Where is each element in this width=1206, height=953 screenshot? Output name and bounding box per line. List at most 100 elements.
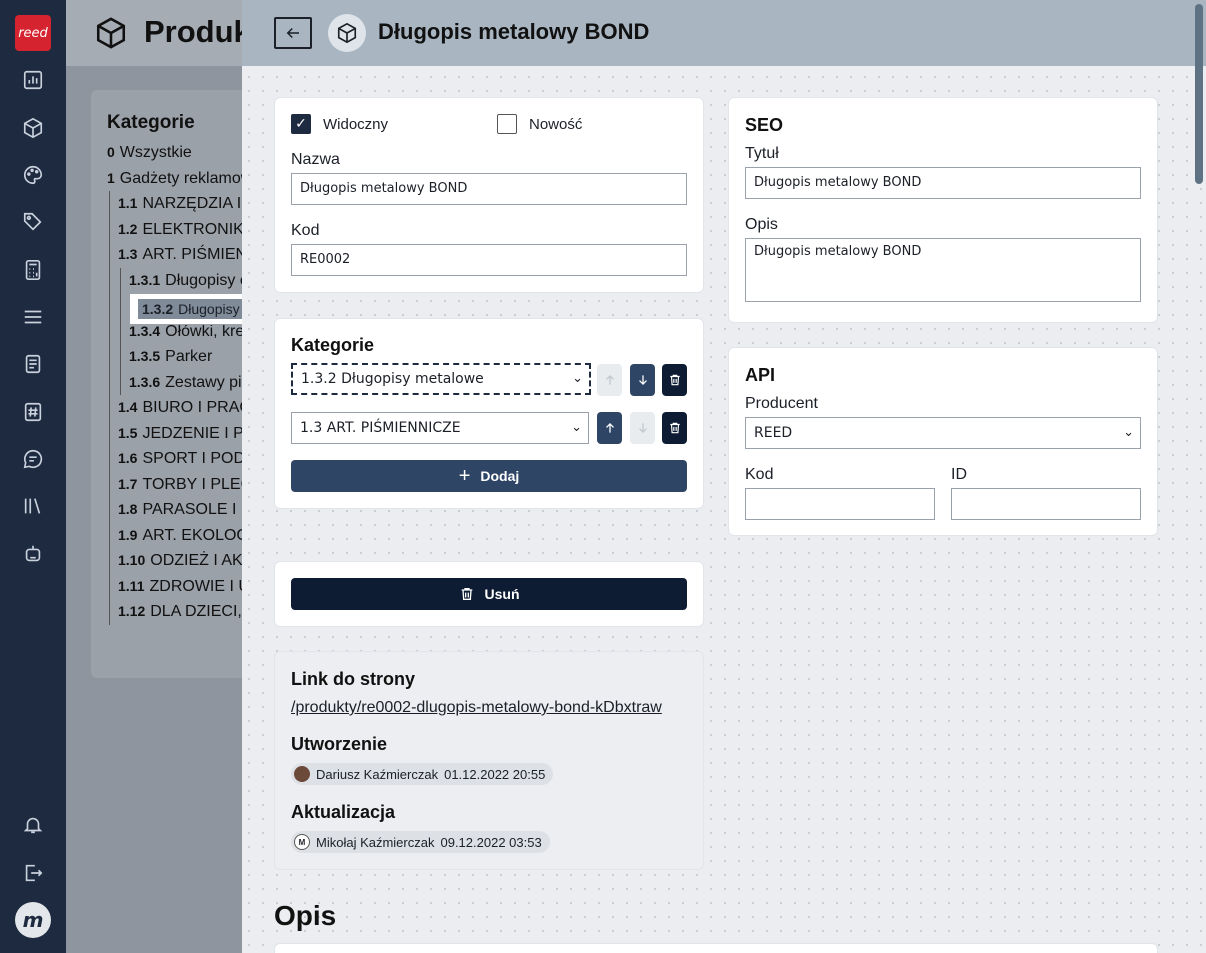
library-icon[interactable]: [21, 494, 45, 518]
trash-icon: [461, 588, 472, 600]
remove-category-button-2[interactable]: [662, 412, 687, 444]
category-number: 1: [107, 169, 115, 186]
categories-card-title: Kategorie: [291, 335, 375, 355]
new-checkbox[interactable]: [497, 114, 517, 134]
document-icon[interactable]: [21, 352, 45, 376]
hashtag-icon[interactable]: [21, 400, 45, 424]
description-section-title: Opis: [274, 900, 337, 931]
seo-desc-label: Opis: [745, 216, 778, 233]
category-number: 1.10: [118, 552, 146, 568]
name-input[interactable]: Długopis metalowy BOND: [291, 173, 687, 205]
category-item-wrap: 1.2 ELEKTRONIKA: [118, 221, 255, 238]
created-chip: Dariusz Kaźmierczak 01.12.2022 20:55: [291, 763, 554, 785]
box-icon[interactable]: [21, 116, 45, 140]
product-icon: [328, 14, 366, 52]
back-button[interactable]: [274, 17, 312, 49]
delete-label: Usuń: [484, 586, 520, 602]
category-label: ELEKTRONIKA: [142, 220, 255, 238]
chevron-down-icon: ⌄: [571, 420, 582, 435]
api-code-input[interactable]: [745, 488, 935, 520]
category-number: 1.3.1: [129, 271, 161, 288]
avatar: M: [294, 834, 310, 850]
category-number: 0: [107, 144, 115, 160]
new-label: Nowość: [529, 116, 583, 133]
move-down-button-2[interactable]: [630, 412, 655, 444]
category-item-wrap: 0 Wszystkie: [107, 144, 192, 161]
producer-select[interactable]: REED ⌄: [745, 417, 1141, 449]
category-number: 1.4: [118, 399, 138, 415]
arrow-up-icon: [605, 423, 614, 433]
logout-icon[interactable]: [21, 861, 45, 885]
add-category-label: Dodaj: [480, 468, 520, 484]
menu-icon[interactable]: [21, 305, 45, 329]
tag-icon[interactable]: [21, 210, 45, 234]
box-icon: [337, 22, 357, 44]
scrollbar-thumb[interactable]: [1195, 4, 1203, 184]
delete-button[interactable]: Usuń: [291, 578, 687, 610]
category-label: Gadżety reklamowe: [119, 169, 262, 187]
plus-icon: +: [458, 464, 471, 487]
producer-label: Producent: [745, 395, 818, 412]
modal-title: Długopis metalowy BOND: [378, 19, 650, 44]
trash-icon: [669, 374, 680, 386]
arrow-up-icon: [605, 375, 614, 385]
created-user: Dariusz Kaźmierczak: [316, 766, 439, 782]
created-title: Utworzenie: [291, 734, 388, 754]
avatar: [294, 766, 310, 782]
chart-icon[interactable]: [21, 68, 45, 92]
category-select-2[interactable]: 1.3 ART. PIŚMIENNICZE ⌄: [291, 412, 589, 444]
category-item-wrap: 1 Gadżety reklamowe: [107, 170, 261, 187]
category-number: 1.3: [118, 246, 138, 262]
created-date: 01.12.2022 20:55: [444, 766, 546, 782]
categories-card: Kategorie 1.3.2 Długopisy metalowe ⌄ 1.3…: [274, 318, 704, 509]
move-up-button-2[interactable]: [597, 412, 622, 444]
category-item-wrap: 1.3.5 Parker: [129, 348, 212, 365]
visible-checkbox[interactable]: ✓: [291, 114, 311, 134]
main-card: ✓ Widoczny Nowość Nazwa Długopis metalow…: [274, 97, 704, 293]
category-number: 1.8: [118, 501, 138, 517]
category-label: Parker: [165, 348, 213, 365]
chevron-down-icon: ⌄: [1123, 425, 1134, 440]
seo-title-input[interactable]: Długopis metalowy BOND: [745, 167, 1141, 199]
calculator-icon[interactable]: [21, 258, 45, 282]
category-item-wrap: 1.4 BIURO I PRACA: [118, 399, 262, 416]
seo-desc-textarea[interactable]: Długopis metalowy BOND: [745, 238, 1141, 302]
add-category-button[interactable]: + Dodaj: [291, 460, 687, 492]
api-id-label: ID: [951, 466, 967, 483]
api-code-label: Kod: [745, 466, 774, 483]
palette-icon[interactable]: [21, 163, 45, 187]
move-down-button-1[interactable]: [630, 364, 655, 396]
arrow-down-icon: [638, 423, 647, 433]
category-number: 1.3.6: [129, 373, 161, 390]
seo-title: SEO: [745, 115, 784, 135]
category-number: 1.11: [118, 577, 145, 594]
user-avatar[interactable]: m: [15, 902, 51, 938]
robot-icon[interactable]: [21, 542, 45, 566]
remove-category-button-1[interactable]: [662, 364, 687, 396]
code-input[interactable]: RE0002: [291, 244, 687, 276]
category-select-1-value: 1.3.2 Długopisy metalowe: [301, 371, 484, 387]
code-label: Kod: [291, 222, 320, 239]
category-number: 1.9: [118, 526, 138, 543]
product-link[interactable]: /produkty/re0002-dlugopis-metalowy-bond-…: [291, 699, 662, 717]
trash-icon: [669, 422, 680, 434]
delete-card: Usuń: [274, 561, 704, 627]
api-id-input[interactable]: [951, 488, 1141, 520]
api-title: API: [745, 365, 776, 385]
updated-user: Mikołaj Kaźmierczak: [316, 834, 435, 850]
api-card: API Producent REED ⌄ Kod ID: [728, 347, 1158, 536]
product-modal: Długopis metalowy BOND ✓ Widoczny Nowość…: [242, 0, 1206, 953]
chat-icon[interactable]: [21, 447, 45, 471]
category-number: 1.2: [118, 220, 138, 237]
bell-icon[interactable]: [21, 813, 45, 837]
link-title: Link do strony: [291, 669, 416, 689]
category-select-1[interactable]: 1.3.2 Długopisy metalowe ⌄: [291, 363, 591, 395]
move-up-button-1[interactable]: [597, 364, 622, 396]
seo-title-label: Tytuł: [745, 145, 779, 162]
updated-chip: M Mikołaj Kaźmierczak 09.12.2022 03:53: [291, 831, 550, 853]
arrow-down-icon: [638, 375, 647, 385]
chevron-down-icon: ⌄: [572, 371, 583, 386]
reed-logo[interactable]: reed: [15, 15, 51, 51]
description-card: [274, 943, 1158, 953]
box-icon: [96, 17, 126, 49]
